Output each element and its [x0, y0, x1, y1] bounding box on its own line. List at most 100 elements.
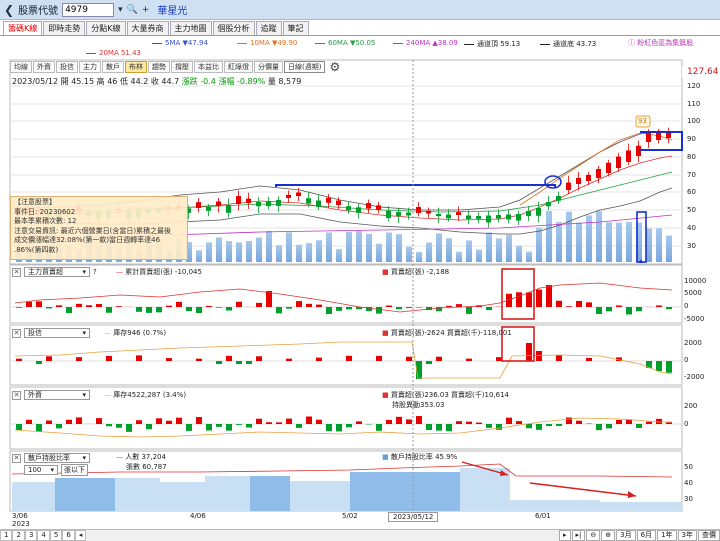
tb-price-volume[interactable]: 分價量 — [254, 61, 283, 73]
volume-bar — [406, 246, 412, 262]
page-4[interactable]: 4 — [37, 530, 50, 541]
panel1-bar — [196, 307, 202, 314]
lot-threshold-select[interactable]: 100 ▾ — [24, 465, 58, 475]
candle-body — [576, 177, 581, 184]
tab-main-map[interactable]: 主力地圖 — [169, 21, 212, 35]
panel3-bar — [596, 424, 602, 431]
panel1-bar — [166, 305, 172, 307]
close-icon[interactable]: ✕ — [12, 328, 21, 338]
panel3-bar — [486, 424, 492, 428]
tab-notes[interactable]: 筆記 — [282, 21, 309, 35]
page-1[interactable]: 1 — [0, 530, 13, 541]
panel3-bar — [496, 424, 502, 430]
ohlc-info: 2023/05/12 開 45.15 高 46 低 44.2 收 44.7 漲跌… — [12, 76, 301, 87]
volume-bar — [336, 249, 342, 262]
panel1-frame — [9, 264, 683, 324]
panel1-select[interactable]: 主力買賣超 ▾ — [24, 267, 90, 277]
close-icon[interactable]: ✕ — [12, 453, 21, 463]
p3-tick: 0 — [684, 420, 689, 428]
page-5[interactable]: 5 — [49, 530, 63, 541]
tab-big-broker[interactable]: 大量券商 — [126, 21, 169, 35]
tb-main[interactable]: 主力 — [79, 61, 101, 73]
candle-body — [276, 200, 281, 206]
panel2-bar — [526, 343, 532, 361]
page-2[interactable]: 2 — [12, 530, 25, 541]
period-select[interactable]: 日線(週期) — [284, 61, 326, 73]
volume-bar — [356, 230, 362, 262]
p2-tick: 0 — [684, 356, 689, 364]
tb-foreign[interactable]: 外資 — [33, 61, 55, 73]
legend-ma5: 5MA ▼47.94 — [152, 39, 208, 47]
panel2-bar — [646, 361, 652, 368]
ohlc-date: 2023/05/12 — [12, 77, 59, 86]
current-price: 127.64 — [687, 67, 719, 77]
scroll-end-icon[interactable]: ▸| — [571, 530, 586, 541]
panel1-bar — [456, 304, 462, 307]
retail-area-dark — [55, 472, 460, 511]
price-tick: 70 — [687, 171, 696, 179]
tb-trust[interactable]: 投信 — [56, 61, 78, 73]
panel2-bar — [16, 358, 22, 361]
page-3[interactable]: 3 — [24, 530, 38, 541]
tb-support[interactable]: 撐壓 — [171, 61, 193, 73]
p1-tick: 0 — [684, 302, 689, 310]
panel3-bar — [656, 418, 662, 424]
candle-body — [316, 200, 321, 207]
p1-tick: 10000 — [684, 277, 707, 285]
tb-light[interactable]: 紅綠燈 — [224, 61, 253, 73]
page-6[interactable]: 6 — [62, 530, 75, 541]
panel1-bar — [256, 302, 262, 307]
panel2-bar — [316, 357, 322, 361]
range-1y[interactable]: 1年 — [657, 530, 677, 541]
panel3-bar — [196, 417, 202, 424]
panel3-bar — [76, 417, 82, 424]
panel3-bar — [556, 424, 562, 426]
close-icon[interactable]: ✕ — [12, 267, 21, 277]
tab-realtime[interactable]: 即時走勢 — [43, 21, 86, 35]
tab-branch-kline[interactable]: 分點K線 — [86, 21, 126, 35]
help-icon[interactable]: ? — [93, 268, 97, 276]
range-3y[interactable]: 3年 — [677, 530, 697, 541]
search-icon[interactable]: 🔍 — [127, 5, 138, 15]
gear-icon[interactable]: ⚙ — [329, 60, 340, 74]
range-6m[interactable]: 6月 — [636, 530, 657, 541]
panel2-bar — [136, 355, 142, 361]
zoom-out-icon[interactable]: ⊖ — [586, 530, 601, 541]
scroll-right-icon[interactable]: ▸ — [558, 530, 571, 541]
tab-chip-kline[interactable]: 籌碼K線 — [3, 21, 43, 35]
panel2-legend-b: ■ 買賣超(張)-2624 買賣超(千)-118,001 — [382, 329, 512, 337]
lot-unit-label: 張以下 — [61, 464, 88, 476]
volume-bar — [276, 245, 282, 262]
tb-ma[interactable]: 均線 — [10, 61, 32, 73]
chevron-left-icon[interactable]: ❮ — [4, 3, 14, 17]
range-3m[interactable]: 3月 — [616, 530, 636, 541]
panel4-select[interactable]: 散戶持股比率 ▾ — [24, 453, 90, 463]
panel3-header: ✕ 外資 ▾ — [12, 389, 90, 401]
volume-bar — [296, 244, 302, 262]
volume-bar — [546, 210, 552, 262]
panel3-select[interactable]: 外資 ▾ — [24, 390, 90, 400]
panel1-bar — [656, 305, 662, 307]
stock-code-input[interactable] — [62, 2, 115, 17]
dropdown-icon[interactable]: ▾ — [118, 5, 123, 15]
panel1-bar — [486, 307, 492, 311]
panel3-bar — [316, 419, 322, 424]
panel2-bar — [556, 355, 562, 361]
panel2-bar — [106, 356, 112, 361]
add-icon[interactable]: + — [142, 5, 150, 15]
tb-bollinger[interactable]: 布林 — [125, 61, 147, 73]
tb-retail[interactable]: 散戶 — [102, 61, 124, 73]
panel1-bar — [216, 307, 222, 308]
volume-bar — [426, 242, 432, 262]
tab-track[interactable]: 追蹤 — [255, 21, 282, 35]
candle-body — [206, 207, 211, 211]
panel2-select[interactable]: 投信 ▾ — [24, 328, 90, 338]
page-prev-icon[interactable]: ◂ — [74, 530, 87, 541]
close-icon[interactable]: ✕ — [12, 390, 21, 400]
tb-trend[interactable]: 趨勢 — [148, 61, 170, 73]
price-lookup-button[interactable]: 查價 — [698, 530, 720, 541]
tab-analysis[interactable]: 個股分析 — [212, 21, 255, 35]
zoom-in-icon[interactable]: ⊕ — [601, 530, 616, 541]
panel2-header: ✕ 投信 ▾ — [12, 327, 90, 339]
tb-pe[interactable]: 本益比 — [194, 61, 223, 73]
